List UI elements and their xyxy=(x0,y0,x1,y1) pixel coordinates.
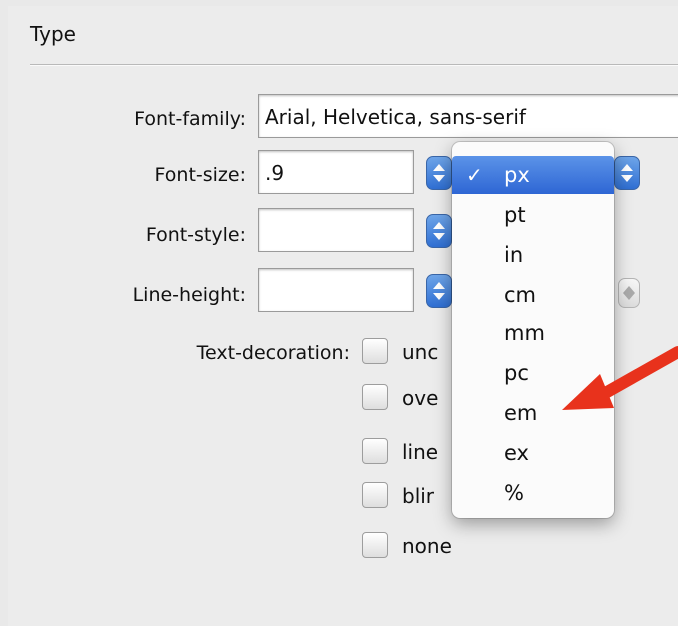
unit-menu-item-in[interactable]: in xyxy=(452,236,614,274)
underline-checkbox[interactable] xyxy=(362,338,388,364)
line-height-stepper[interactable] xyxy=(426,274,452,308)
font-family-label: Font-family: xyxy=(134,108,246,130)
chevron-up-icon xyxy=(433,222,445,229)
line-through-checkbox[interactable] xyxy=(362,438,388,464)
chevron-down-icon xyxy=(433,233,445,240)
unit-menu-item-ex[interactable]: ex xyxy=(452,434,614,472)
none-checkbox-label: none xyxy=(402,534,452,558)
unit-menu-item-percent[interactable]: % xyxy=(452,474,614,512)
overline-checkbox-label: ove xyxy=(402,386,439,410)
font-size-unit-stepper[interactable] xyxy=(426,156,452,190)
section-title: Type xyxy=(30,22,76,46)
overline-checkbox[interactable] xyxy=(362,384,388,410)
underline-checkbox-label: unc xyxy=(402,340,439,364)
checkmark-icon: ✓ xyxy=(466,163,483,187)
chevron-up-icon xyxy=(621,164,633,171)
section-divider xyxy=(30,64,678,65)
line-height-label: Line-height: xyxy=(132,284,246,306)
font-size-input[interactable]: .9 xyxy=(258,150,414,194)
red-arrow-annotation-icon xyxy=(562,346,678,410)
chevron-down-icon xyxy=(433,175,445,182)
line-height-unit-stepper[interactable] xyxy=(618,278,640,308)
chevron-up-icon xyxy=(623,286,635,293)
line-height-input[interactable] xyxy=(258,268,414,312)
font-size-unit-popup-stepper[interactable] xyxy=(614,156,640,190)
font-size-label: Font-size: xyxy=(154,164,246,186)
text-decoration-label: Text-decoration: xyxy=(196,342,350,364)
chevron-up-icon xyxy=(433,282,445,289)
line-through-checkbox-label: line xyxy=(402,440,439,464)
chevron-down-icon xyxy=(621,175,633,182)
font-style-input[interactable] xyxy=(258,208,414,252)
font-family-input[interactable]: Arial, Helvetica, sans-serif xyxy=(258,94,678,138)
font-style-label: Font-style: xyxy=(145,224,246,246)
chevron-up-icon xyxy=(433,164,445,171)
chevron-down-icon xyxy=(623,293,635,300)
none-checkbox[interactable] xyxy=(362,532,388,558)
chevron-down-icon xyxy=(433,293,445,300)
blink-checkbox[interactable] xyxy=(362,482,388,508)
font-style-stepper[interactable] xyxy=(426,214,452,248)
unit-menu-item-pt[interactable]: pt xyxy=(452,196,614,234)
blink-checkbox-label: blir xyxy=(402,484,435,508)
unit-menu-item-cm[interactable]: cm xyxy=(452,276,614,314)
unit-menu-item-px[interactable]: ✓ px xyxy=(452,156,614,194)
